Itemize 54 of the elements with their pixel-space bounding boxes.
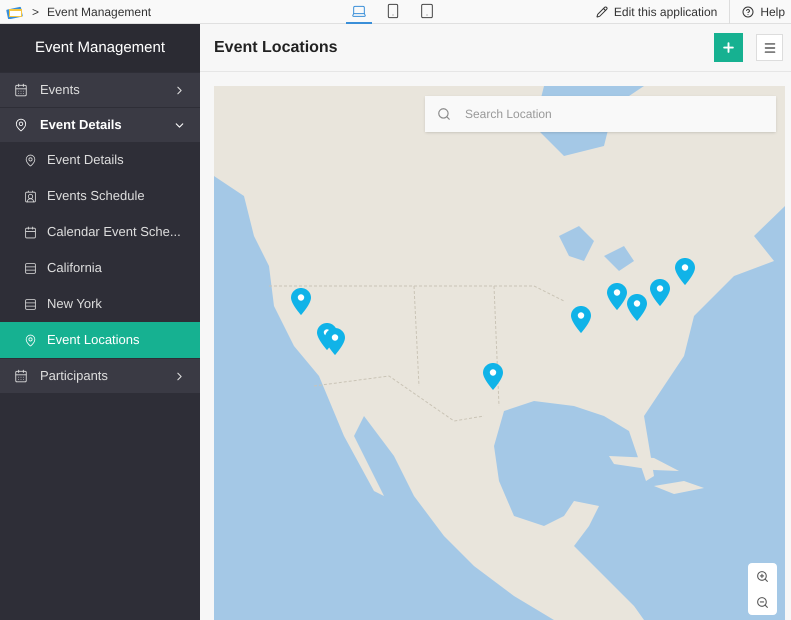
map-pin-icon[interactable]	[325, 328, 345, 355]
search-icon	[437, 107, 451, 121]
map-pin-icon[interactable]	[675, 258, 695, 285]
edit-application-link[interactable]: Edit this application	[584, 0, 730, 24]
list-icon	[24, 298, 37, 310]
map[interactable]: Search Location	[214, 86, 785, 620]
add-button[interactable]	[714, 33, 743, 62]
desktop-icon	[351, 3, 367, 19]
map-pin-icon	[14, 118, 28, 132]
pencil-icon	[596, 6, 608, 18]
app-logo-icon	[6, 4, 24, 18]
sidebar-title: Event Management	[0, 24, 200, 72]
map-pin-icon[interactable]	[627, 294, 647, 321]
calendar-icon	[14, 369, 28, 383]
sidebar-section[interactable]: Participants	[0, 358, 200, 393]
sidebar-item[interactable]: Events Schedule	[0, 178, 200, 214]
page-title: Event Locations	[214, 38, 338, 58]
sidebar-item[interactable]: New York	[0, 286, 200, 322]
search-field[interactable]: Search Location	[425, 96, 776, 132]
section-label: Participants	[40, 367, 108, 386]
sidebar-item[interactable]: California	[0, 250, 200, 286]
section-label: Events	[40, 81, 80, 100]
calendar-icon	[14, 83, 28, 97]
item-label: New York	[47, 295, 102, 314]
item-label: Calendar Event Sche...	[47, 223, 181, 242]
map-pin-icon[interactable]	[607, 283, 627, 310]
item-label: California	[47, 259, 102, 278]
zoom-out-button[interactable]	[756, 596, 769, 608]
section-label: Event Details	[40, 116, 122, 134]
map-pin-icon[interactable]	[650, 279, 670, 306]
item-label: Events Schedule	[47, 187, 145, 206]
item-label: Event Locations	[47, 331, 140, 350]
phone-icon	[385, 3, 401, 19]
breadcrumb-link[interactable]: Event Management	[47, 2, 152, 20]
list-icon	[24, 262, 37, 274]
sidebar-section[interactable]: Event Details	[0, 107, 200, 142]
contact-list-icon	[24, 190, 37, 202]
sidebar-item[interactable]: Calendar Event Sche...	[0, 214, 200, 250]
item-label: Event Details	[47, 151, 124, 170]
sidebar-item[interactable]: Event Details	[0, 142, 200, 178]
map-pin-icon[interactable]	[483, 363, 503, 390]
menu-icon	[762, 40, 776, 54]
map-pin-icon[interactable]	[291, 288, 311, 315]
map-pin-icon	[24, 334, 37, 346]
map-pin-icon[interactable]	[571, 306, 591, 333]
sidebar-section[interactable]: Events	[0, 72, 200, 107]
plus-icon	[721, 40, 736, 55]
breadcrumb-separator: >	[32, 4, 40, 20]
help-icon	[742, 6, 754, 18]
tablet-icon	[419, 3, 435, 19]
zoom-in-button[interactable]	[756, 570, 769, 582]
map-pin-icon	[24, 154, 37, 166]
menu-button[interactable]	[756, 34, 783, 61]
calendar-icon	[24, 226, 37, 238]
